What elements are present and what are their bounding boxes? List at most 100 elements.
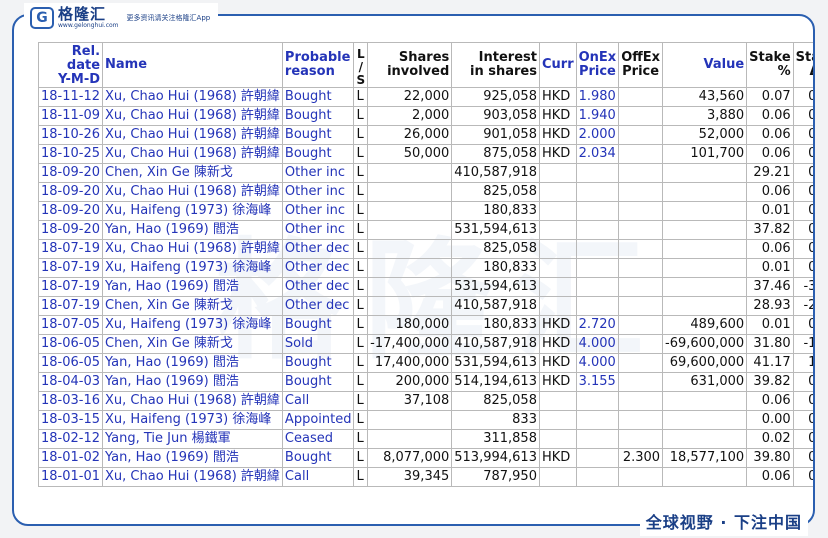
cell-shares-involved: 39,345: [367, 467, 453, 487]
cell-value: [662, 410, 748, 430]
cell-date[interactable]: 18-06-05: [37, 353, 104, 373]
cell-value: 18,577,100: [662, 448, 748, 468]
col-header-name[interactable]: Name: [102, 42, 283, 88]
cell-shares-involved: 50,000: [367, 144, 453, 164]
table-row: 18-04-03 Yan, Hao (1969) 閻浩 Bought L 200,000…: [37, 372, 813, 392]
cell-stake-delta-pct: -3.71: [792, 277, 813, 297]
cell-date[interactable]: 18-07-19: [37, 258, 104, 278]
col-header-date[interactable]: Rel. date Y-M-D: [37, 42, 104, 88]
col-header-value[interactable]: Value: [662, 42, 748, 88]
col-header-currency[interactable]: Curr: [538, 42, 577, 88]
cell-long-short: L: [353, 296, 369, 316]
cell-name[interactable]: Xu, Haifeng (1973) 徐海峰: [102, 258, 283, 278]
cell-name[interactable]: Xu, Chao Hui (1968) 許朝緯: [102, 182, 283, 202]
cell-name[interactable]: Chen, Xin Ge 陳新戈: [102, 296, 283, 316]
cell-stake-delta-pct: 0.00: [792, 201, 813, 221]
cell-name[interactable]: Yan, Hao (1969) 閻浩: [102, 372, 283, 392]
cell-reason[interactable]: Other dec: [281, 258, 355, 278]
cell-date[interactable]: 18-07-19: [37, 277, 104, 297]
cell-interest-in-shares: 833: [451, 410, 540, 430]
table-row: 18-07-19 Xu, Haifeng (1973) 徐海峰 Other dec L…: [37, 258, 813, 278]
cell-interest-in-shares: 180,833: [451, 201, 540, 221]
table-row: 18-01-02 Yan, Hao (1969) 閻浩 Bought L 8,077,0…: [37, 448, 813, 468]
cell-reason[interactable]: Bought: [281, 372, 355, 392]
cell-date[interactable]: 18-10-26: [37, 125, 104, 145]
cell-reason[interactable]: Bought: [281, 315, 355, 335]
cell-reason[interactable]: Bought: [281, 106, 355, 126]
cell-name[interactable]: Xu, Chao Hui (1968) 許朝緯: [102, 87, 283, 107]
table-header-row: Rel. date Y-M-D Name Probable reason L /…: [37, 42, 813, 88]
cell-date[interactable]: 18-06-05: [37, 334, 104, 354]
cell-date[interactable]: 18-02-12: [37, 429, 104, 449]
cell-currency: HKD: [538, 448, 577, 468]
cell-date[interactable]: 18-11-09: [37, 106, 104, 126]
cell-reason[interactable]: Other inc: [281, 163, 355, 183]
cell-name[interactable]: Chen, Xin Ge 陳新戈: [102, 334, 283, 354]
cell-reason[interactable]: Other dec: [281, 277, 355, 297]
cell-offex-price: [618, 201, 664, 221]
cell-reason[interactable]: Bought: [281, 353, 355, 373]
cell-date[interactable]: 18-03-16: [37, 391, 104, 411]
cell-name[interactable]: Xu, Haifeng (1973) 徐海峰: [102, 410, 283, 430]
cell-offex-price: [618, 182, 664, 202]
cell-date[interactable]: 18-07-05: [37, 315, 104, 335]
cell-stake-delta-pct: 0.00: [792, 144, 813, 164]
cell-reason[interactable]: Bought: [281, 144, 355, 164]
col-header-reason[interactable]: Probable reason: [281, 42, 355, 88]
cell-stake-delta-pct: 0.00: [792, 410, 813, 430]
cell-name[interactable]: Xu, Haifeng (1973) 徐海峰: [102, 201, 283, 221]
cell-date[interactable]: 18-03-15: [37, 410, 104, 430]
cell-value: [662, 467, 748, 487]
table-row: 18-09-20 Xu, Haifeng (1973) 徐海峰 Other inc L…: [37, 201, 813, 221]
cell-reason[interactable]: Other dec: [281, 296, 355, 316]
cell-date[interactable]: 18-07-19: [37, 296, 104, 316]
cell-date[interactable]: 18-07-19: [37, 239, 104, 259]
cell-offex-price: [618, 467, 664, 487]
cell-date[interactable]: 18-09-20: [37, 220, 104, 240]
cell-date[interactable]: 18-09-20: [37, 182, 104, 202]
cell-name[interactable]: Yang, Tie Jun 楊鐵軍: [102, 429, 283, 449]
cell-shares-involved: 26,000: [367, 125, 453, 145]
cell-stake-delta-pct: 0.62: [792, 448, 813, 468]
cell-reason[interactable]: Call: [281, 391, 355, 411]
cell-name[interactable]: Xu, Haifeng (1973) 徐海峰: [102, 315, 283, 335]
cell-name[interactable]: Chen, Xin Ge 陳新戈: [102, 163, 283, 183]
cell-reason[interactable]: Call: [281, 467, 355, 487]
cell-name[interactable]: Xu, Chao Hui (1968) 許朝緯: [102, 467, 283, 487]
cell-date[interactable]: 18-09-20: [37, 163, 104, 183]
cell-date[interactable]: 18-01-02: [37, 448, 104, 468]
cell-reason[interactable]: Bought: [281, 125, 355, 145]
cell-name[interactable]: Xu, Chao Hui (1968) 許朝緯: [102, 239, 283, 259]
cell-date[interactable]: 18-11-12: [37, 87, 104, 107]
cell-name[interactable]: Yan, Hao (1969) 閻浩: [102, 277, 283, 297]
cell-reason[interactable]: Other dec: [281, 239, 355, 259]
cell-onex-price: [575, 448, 620, 468]
cell-date[interactable]: 18-04-03: [37, 372, 104, 392]
cell-reason[interactable]: Other inc: [281, 201, 355, 221]
cell-name[interactable]: Xu, Chao Hui (1968) 許朝緯: [102, 144, 283, 164]
cell-date[interactable]: 18-01-01: [37, 467, 104, 487]
cell-reason[interactable]: Appointed: [281, 410, 355, 430]
cell-date[interactable]: 18-09-20: [37, 201, 104, 221]
cell-date[interactable]: 18-10-25: [37, 144, 104, 164]
content-frame: 格隆汇 Rel. date Y-M-D Name Probable reason: [12, 14, 815, 526]
cell-name[interactable]: Xu, Chao Hui (1968) 許朝緯: [102, 391, 283, 411]
cell-value: [662, 391, 748, 411]
cell-name[interactable]: Xu, Chao Hui (1968) 許朝緯: [102, 125, 283, 145]
cell-interest-in-shares: 514,194,613: [451, 372, 540, 392]
cell-name[interactable]: Yan, Hao (1969) 閻浩: [102, 448, 283, 468]
cell-name[interactable]: Yan, Hao (1969) 閻浩: [102, 220, 283, 240]
cell-reason[interactable]: Bought: [281, 448, 355, 468]
cell-reason[interactable]: Sold: [281, 334, 355, 354]
cell-name[interactable]: Yan, Hao (1969) 閻浩: [102, 353, 283, 373]
cell-long-short: L: [353, 144, 369, 164]
cell-interest-in-shares: 180,833: [451, 315, 540, 335]
cell-stake-pct: 0.06: [746, 144, 794, 164]
cell-reason[interactable]: Ceased: [281, 429, 355, 449]
cell-reason[interactable]: Other inc: [281, 182, 355, 202]
cell-reason[interactable]: Bought: [281, 87, 355, 107]
cell-name[interactable]: Xu, Chao Hui (1968) 許朝緯: [102, 106, 283, 126]
col-header-onex-price[interactable]: OnEx Price: [575, 42, 620, 88]
cell-stake-delta-pct: -1.34: [792, 334, 813, 354]
cell-reason[interactable]: Other inc: [281, 220, 355, 240]
